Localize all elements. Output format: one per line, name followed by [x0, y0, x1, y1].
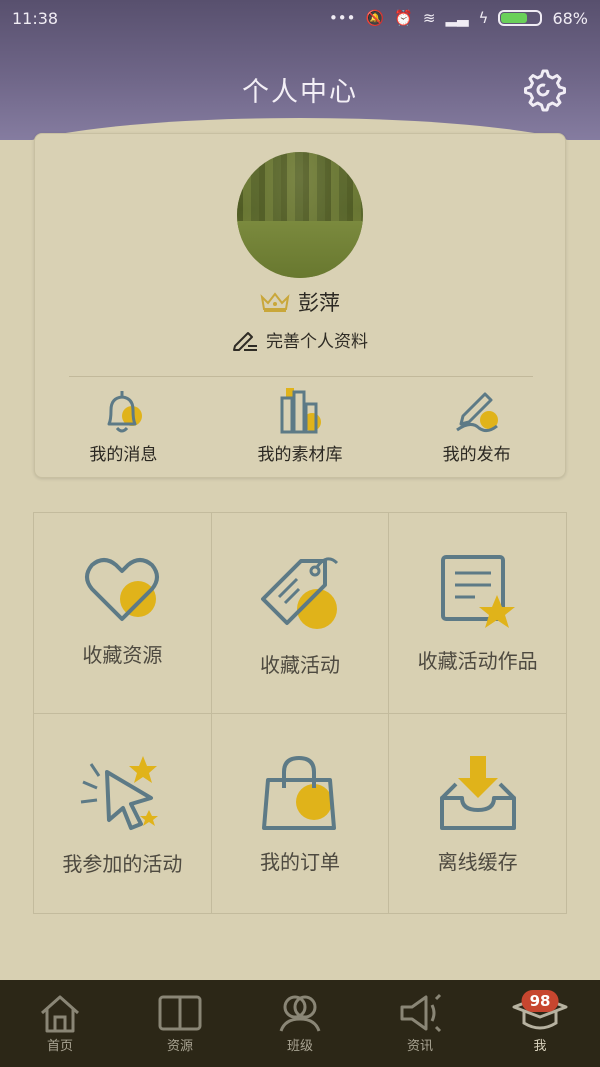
- users-icon: [279, 995, 321, 1032]
- home-icon: [41, 995, 79, 1033]
- nav-home[interactable]: 首页: [0, 980, 120, 1067]
- status-time: 11:38: [12, 8, 59, 28]
- my-library-button[interactable]: 我的素材库: [220, 384, 380, 469]
- notification-badge: 98: [521, 990, 559, 1012]
- book-icon: [158, 995, 202, 1031]
- my-messages-label: 我的消息: [89, 445, 158, 465]
- my-orders-label: 我的订单: [259, 849, 340, 874]
- download-tray-icon: [439, 755, 516, 830]
- settings-button[interactable]: [518, 66, 568, 114]
- nav-home-label: 首页: [46, 1039, 73, 1054]
- favorite-activities-label: 收藏活动: [259, 653, 340, 677]
- offline-cache-label: 离线缓存: [437, 849, 518, 874]
- alarm-icon: ⏰: [394, 9, 413, 27]
- nav-me[interactable]: 98 我: [480, 980, 600, 1067]
- signal-icon: ▂▃: [445, 9, 469, 27]
- crown-icon: [260, 292, 290, 312]
- favorite-resources-button[interactable]: 收藏资源: [34, 513, 212, 714]
- offline-cache-button[interactable]: 离线缓存: [389, 713, 567, 914]
- tag-icon: [260, 557, 339, 629]
- feature-grid: 收藏资源 收藏活动 收藏活动作品 我参加的活动 我的订单 离线缓存: [33, 512, 567, 914]
- favorite-works-label: 收藏活动作品: [417, 649, 538, 673]
- battery-percent: 68%: [552, 8, 588, 28]
- nav-news[interactable]: 资讯: [360, 980, 480, 1067]
- avatar[interactable]: [237, 152, 363, 278]
- edit-profile-label: 完善个人资料: [266, 332, 368, 352]
- document-star-icon: [440, 555, 515, 628]
- bottom-nav: 首页 资源 班级 资讯 98 我: [0, 980, 600, 1067]
- my-orders-button[interactable]: 我的订单: [211, 713, 390, 914]
- user-row: 彭萍: [35, 287, 565, 317]
- nav-resources[interactable]: 资源: [120, 980, 240, 1067]
- status-bar: 11:38 ••• 🔕 ⏰ ≋ ▂▃ ϟ 68%: [0, 0, 600, 36]
- battery-icon: [498, 10, 543, 26]
- nav-me-label: 我: [533, 1039, 547, 1054]
- megaphone-icon: [400, 993, 442, 1033]
- status-icons: ••• 🔕 ⏰ ≋ ▂▃ ϟ 68%: [329, 9, 588, 28]
- my-library-label: 我的素材库: [257, 445, 343, 465]
- profile-card: 彭萍 完善个人资料 我的消息 我的素材库 我的发布: [34, 133, 566, 478]
- wifi-icon: ≋: [422, 9, 436, 27]
- nav-class-label: 班级: [286, 1039, 313, 1054]
- favorite-works-button[interactable]: 收藏活动作品: [389, 513, 567, 714]
- my-posts-label: 我的发布: [442, 445, 511, 465]
- my-posts-button[interactable]: 我的发布: [397, 384, 557, 469]
- more-dots-icon: •••: [328, 9, 356, 27]
- favorite-resources-label: 收藏资源: [82, 643, 163, 667]
- favorite-activities-button[interactable]: 收藏活动: [211, 513, 390, 714]
- edit-profile-link[interactable]: 完善个人资料: [35, 327, 565, 352]
- shopping-bag-icon: [261, 755, 336, 830]
- heart-icon: [85, 558, 160, 621]
- cursor-star-icon: [81, 755, 159, 830]
- bell-icon: [107, 391, 143, 433]
- my-activities-button[interactable]: 我参加的活动: [34, 713, 212, 914]
- my-activities-label: 我参加的活动: [62, 851, 183, 876]
- page-title: 个人中心: [242, 77, 358, 108]
- gear-icon: [524, 69, 566, 112]
- nav-resources-label: 资源: [166, 1039, 193, 1054]
- user-name: 彭萍: [298, 291, 340, 315]
- nav-news-label: 资讯: [406, 1039, 433, 1054]
- library-icon: [280, 388, 321, 434]
- edit-icon: [233, 331, 257, 351]
- mute-icon: 🔕: [365, 9, 385, 27]
- nav-class[interactable]: 班级: [240, 980, 360, 1067]
- charging-icon: ϟ: [478, 9, 489, 27]
- quick-links: 我的消息 我的素材库 我的发布: [35, 384, 565, 469]
- pen-icon: [455, 392, 498, 433]
- my-messages-button[interactable]: 我的消息: [43, 384, 203, 469]
- divider: [69, 376, 533, 377]
